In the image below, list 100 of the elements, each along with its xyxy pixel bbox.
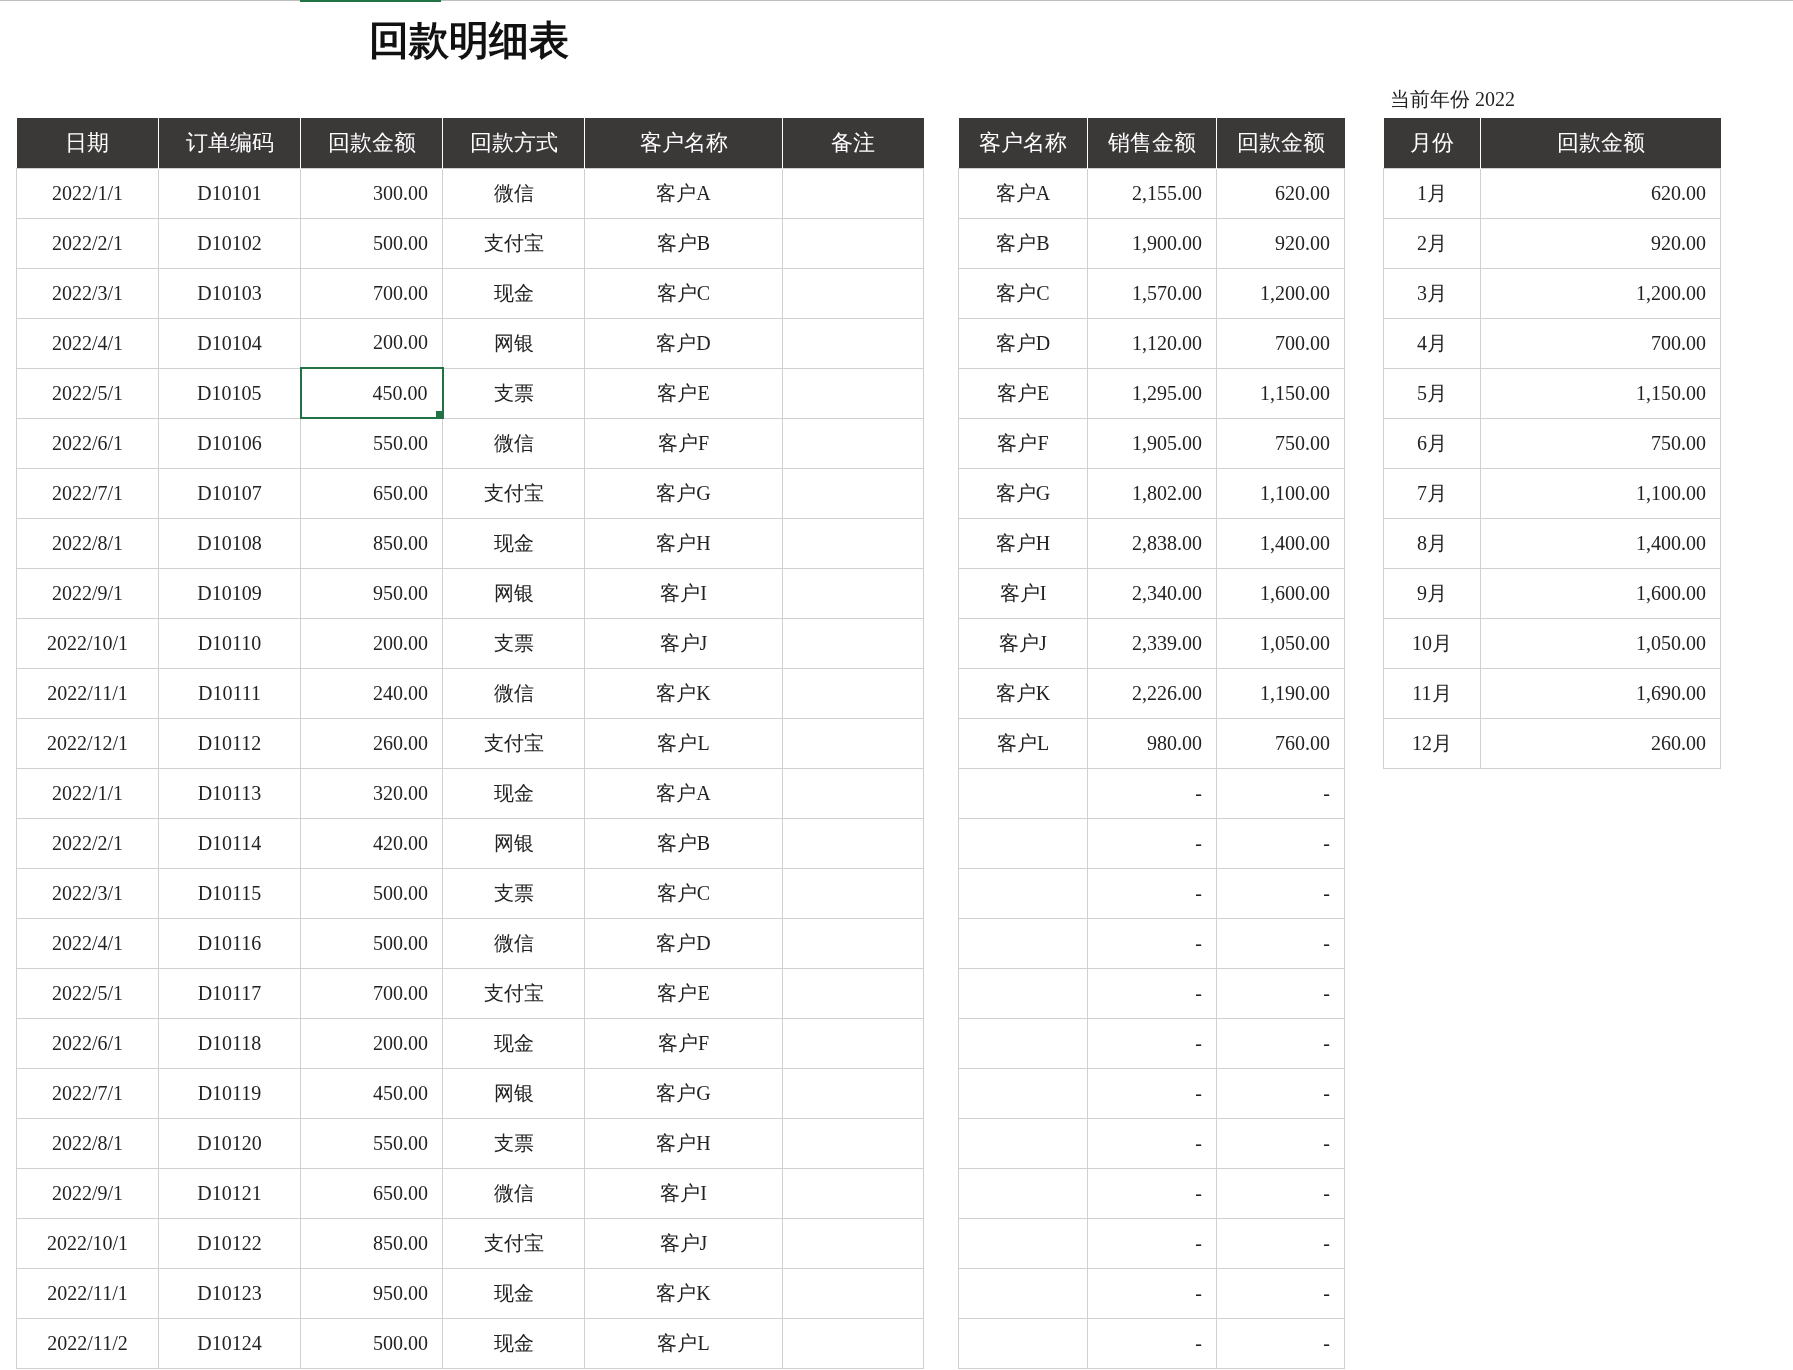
- table-cell: 客户A: [584, 768, 783, 818]
- table-cell: 1,400.00: [1216, 518, 1345, 568]
- table-cell: -: [1087, 1168, 1217, 1218]
- column-header: 月份: [1383, 118, 1481, 168]
- table-cell: 300.00: [300, 168, 443, 218]
- column-header: 日期: [16, 118, 159, 168]
- table-cell: 客户G: [584, 1068, 783, 1118]
- table-cell: 客户H: [958, 518, 1088, 568]
- table-cell: 客户B: [584, 218, 783, 268]
- table-cell: -: [1087, 768, 1217, 818]
- table-cell: 200.00: [300, 618, 443, 668]
- table-cell: 850.00: [300, 518, 443, 568]
- table-cell: -: [1087, 1018, 1217, 1068]
- table-cell: 客户F: [584, 418, 783, 468]
- table-cell: -: [1216, 968, 1345, 1018]
- table-cell: 5月: [1383, 368, 1481, 418]
- table-cell: 1,100.00: [1216, 468, 1345, 518]
- table-cell: 550.00: [300, 1118, 443, 1168]
- table-cell: 现金: [442, 1268, 585, 1318]
- table-cell: D10112: [158, 718, 301, 768]
- table-cell: -: [1216, 1318, 1345, 1368]
- table-cell: D10120: [158, 1118, 301, 1168]
- table-cell: D10114: [158, 818, 301, 868]
- table-cell: D10117: [158, 968, 301, 1018]
- table-cell: 1,570.00: [1087, 268, 1217, 318]
- table-cell: D10123: [158, 1268, 301, 1318]
- table-cell: 2022/9/1: [16, 568, 159, 618]
- table-cell: -: [1087, 1218, 1217, 1268]
- table-cell: -: [1216, 1018, 1345, 1068]
- table-cell: -: [1216, 768, 1345, 818]
- table-cell: 网银: [442, 318, 585, 368]
- table-cell: 客户C: [584, 868, 783, 918]
- table-cell: 支票: [442, 368, 585, 418]
- table-cell: -: [1216, 1268, 1345, 1318]
- table-cell: 支付宝: [442, 718, 585, 768]
- table-cell: 支票: [442, 618, 585, 668]
- table-cell: 2,838.00: [1087, 518, 1217, 568]
- table-cell: D10110: [158, 618, 301, 668]
- table-cell: 1,150.00: [1480, 368, 1721, 418]
- table-cell: 12月: [1383, 718, 1481, 768]
- table-cell: 客户F: [584, 1018, 783, 1068]
- table-cell: 2022/9/1: [16, 1168, 159, 1218]
- table-cell: 客户I: [584, 1168, 783, 1218]
- table-cell: -: [1087, 968, 1217, 1018]
- table-cell: -: [1216, 918, 1345, 968]
- table-cell: 支付宝: [442, 968, 585, 1018]
- table-cell: 客户B: [584, 818, 783, 868]
- table-cell: 客户K: [584, 668, 783, 718]
- table-cell: 客户J: [584, 1218, 783, 1268]
- table-cell: 260.00: [300, 718, 443, 768]
- table-cell: 500.00: [300, 1318, 443, 1368]
- table-cell: 620.00: [1480, 168, 1721, 218]
- table-cell: 微信: [442, 168, 585, 218]
- table-cell: 2,339.00: [1087, 618, 1217, 668]
- table-cell: D10107: [158, 468, 301, 518]
- table-cell: -: [1087, 868, 1217, 918]
- table-cell: 500.00: [300, 918, 443, 968]
- table-cell: D10102: [158, 218, 301, 268]
- table-cell: -: [1216, 1218, 1345, 1268]
- table-cell: D10122: [158, 1218, 301, 1268]
- table-cell: D10115: [158, 868, 301, 918]
- table-cell: 2022/11/1: [16, 1268, 159, 1318]
- table-cell: D10116: [158, 918, 301, 968]
- table-cell: 2022/8/1: [16, 518, 159, 568]
- table-cell: 1,200.00: [1480, 268, 1721, 318]
- column-header: 回款金额: [1216, 118, 1345, 168]
- table-cell: 客户I: [584, 568, 783, 618]
- table-cell: 支付宝: [442, 1218, 585, 1268]
- table-cell: 网银: [442, 568, 585, 618]
- table-cell: 850.00: [300, 1218, 443, 1268]
- table-cell: 1,400.00: [1480, 518, 1721, 568]
- table-cell: 客户A: [584, 168, 783, 218]
- table-cell: 网银: [442, 1068, 585, 1118]
- table-cell: 现金: [442, 1318, 585, 1368]
- table-cell: -: [1216, 868, 1345, 918]
- table-cell: 2022/4/1: [16, 918, 159, 968]
- table-cell: 2022/11/2: [16, 1318, 159, 1368]
- table-cell: 500.00: [300, 868, 443, 918]
- table-cell: 750.00: [1480, 418, 1721, 468]
- table-cell: 8月: [1383, 518, 1481, 568]
- table-cell: 7月: [1383, 468, 1481, 518]
- table-cell: 700.00: [300, 968, 443, 1018]
- table-cell: 客户I: [958, 568, 1088, 618]
- table-cell: 2022/7/1: [16, 468, 159, 518]
- table-cell: 2,155.00: [1087, 168, 1217, 218]
- table-cell: 1,120.00: [1087, 318, 1217, 368]
- table-cell: 2,226.00: [1087, 668, 1217, 718]
- table-cell: 700.00: [1216, 318, 1345, 368]
- column-header: 回款方式: [442, 118, 585, 168]
- table-cell: 客户E: [958, 368, 1088, 418]
- column-header: 回款金额: [300, 118, 443, 168]
- table-cell: 950.00: [300, 568, 443, 618]
- table-cell: 客户E: [584, 368, 783, 418]
- table-cell: 2022/6/1: [16, 418, 159, 468]
- table-cell: D10111: [158, 668, 301, 718]
- table-cell: 客户J: [584, 618, 783, 668]
- table-cell: 760.00: [1216, 718, 1345, 768]
- table-cell: 客户L: [584, 718, 783, 768]
- table-cell: 客户G: [584, 468, 783, 518]
- table-cell: D10109: [158, 568, 301, 618]
